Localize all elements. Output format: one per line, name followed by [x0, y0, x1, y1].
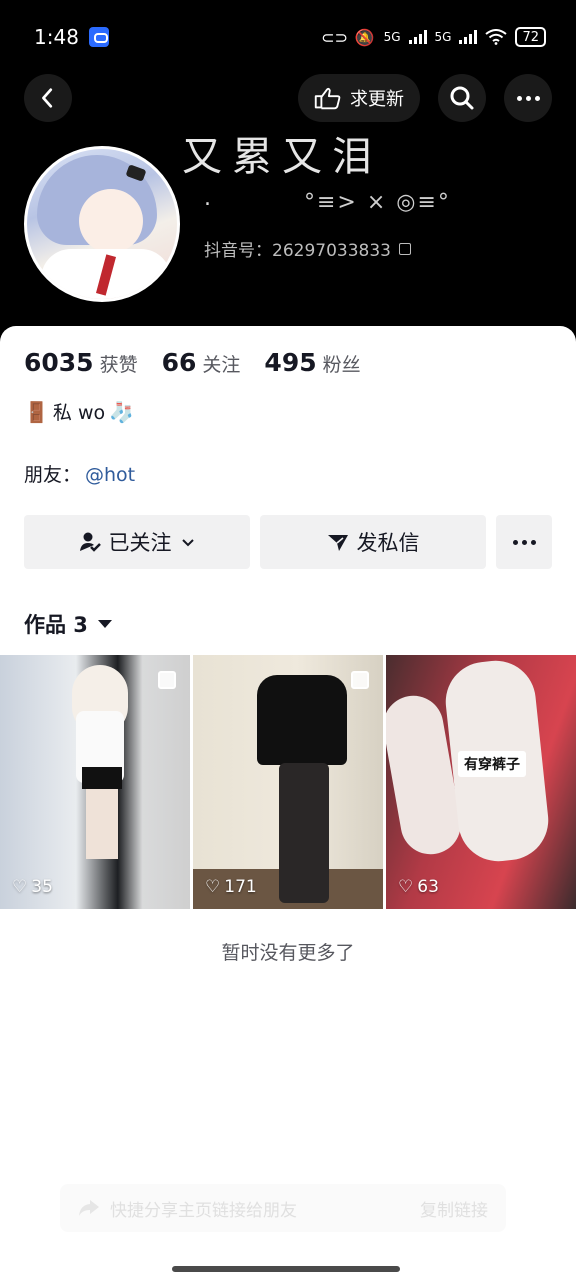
following-count: 66: [161, 348, 197, 377]
more-dots-icon: [512, 539, 536, 545]
followed-button[interactable]: 已关注: [24, 515, 250, 569]
more-actions-button[interactable]: [496, 515, 552, 569]
fans-stat[interactable]: 495 粉丝: [264, 348, 360, 377]
home-indicator[interactable]: [172, 1266, 400, 1272]
copy-icon[interactable]: [398, 242, 411, 255]
likes-count: 6035: [24, 348, 94, 377]
more-dots-icon: [516, 95, 540, 101]
likes-stat[interactable]: 6035 获赞: [24, 348, 138, 377]
battery-indicator: 72: [515, 27, 546, 47]
back-button[interactable]: [24, 74, 72, 122]
heart-outline-icon: ♡: [12, 877, 28, 897]
tab-works[interactable]: 作品 3: [24, 609, 112, 639]
nickname: 又累又泪: [182, 134, 382, 180]
pointing-hand-icon: [314, 87, 341, 110]
app-notification-icon: [88, 27, 109, 47]
douyin-id-text: 抖音号：26297033833: [204, 241, 391, 261]
action-buttons: 已关注 发私信: [24, 515, 552, 569]
video-like-count: 171: [224, 877, 257, 897]
heart-outline-icon: ♡: [398, 877, 414, 897]
send-message-label: 发私信: [356, 531, 420, 555]
bio-text: 私 wo: [52, 402, 106, 424]
video-thumbnail[interactable]: ♡ 35: [0, 655, 190, 909]
avatar[interactable]: [24, 146, 180, 302]
profile-header: 1:48 ⊂⊃ 🔕 5G 5G 72 求更新 又累又泪 . °≡> × ◎≡° …: [0, 0, 576, 340]
copy-link-button[interactable]: 复制链接: [420, 1196, 488, 1221]
signal-icon-2: [459, 30, 478, 44]
status-time: 1:48: [34, 25, 79, 49]
video-grid: ♡ 35 ♡ 171 有穿裤子 ♡ 63: [0, 655, 576, 909]
more-options-button[interactable]: [504, 74, 552, 122]
video-thumbnail[interactable]: 有穿裤子 ♡ 63: [386, 655, 576, 909]
video-thumbnail[interactable]: ♡ 171: [193, 655, 383, 909]
signal-icon-1: [408, 30, 427, 44]
network-label-1: 5G: [383, 30, 401, 44]
link-icon: ⊂⊃: [321, 27, 348, 47]
signature-dot: .: [204, 186, 211, 211]
followed-label: 已关注: [108, 531, 172, 555]
signature-emoticon: °≡> × ◎≡°: [304, 190, 451, 215]
search-icon: [450, 86, 474, 110]
request-update-label: 求更新: [350, 89, 404, 110]
share-profile-text: 快捷分享主页链接给朋友: [110, 1200, 297, 1221]
stats-row: 6035 获赞 66 关注 495 粉丝: [24, 348, 361, 377]
video-likes: ♡ 35: [12, 877, 53, 897]
video-likes: ♡ 63: [398, 877, 439, 897]
network-label-2: 5G: [434, 30, 452, 44]
send-icon: [327, 535, 348, 551]
multi-image-icon: [158, 671, 176, 689]
video-like-count: 63: [417, 877, 439, 897]
profile-panel: 6035 获赞 66 关注 495 粉丝 🚪 私 wo 🧦 朋友： @hot 已关…: [0, 326, 576, 1280]
door-emoji: 🚪: [24, 399, 49, 424]
share-profile-bar[interactable]: 快捷分享主页链接给朋友 复制链接: [60, 1184, 506, 1232]
friends-line: 朋友： @hot: [24, 460, 135, 487]
socks-emoji: 🧦: [109, 399, 135, 424]
friends-label: 朋友：: [24, 464, 82, 486]
chevron-down-icon: [181, 539, 194, 547]
bio: 🚪 私 wo 🧦: [24, 398, 134, 425]
following-label: 关注: [202, 354, 241, 376]
top-nav: 求更新: [24, 74, 552, 122]
no-more-content-text: 暂时没有更多了: [221, 942, 355, 964]
user-check-icon: [79, 532, 101, 552]
douyin-id[interactable]: 抖音号：26297033833: [204, 236, 411, 261]
status-bar: 1:48 ⊂⊃ 🔕 5G 5G 72: [34, 22, 546, 52]
fans-label: 粉丝: [322, 354, 361, 376]
following-stat[interactable]: 66 关注: [162, 348, 241, 377]
video-overlay-text: 有穿裤子: [458, 751, 526, 777]
heart-outline-icon: ♡: [205, 877, 221, 897]
video-likes: ♡ 171: [205, 877, 257, 897]
request-update-button[interactable]: 求更新: [298, 74, 420, 122]
send-message-button[interactable]: 发私信: [260, 515, 486, 569]
chevron-left-icon: [42, 88, 53, 108]
share-arrow-icon: [79, 1200, 99, 1216]
works-tab-label: 作品 3: [24, 613, 88, 637]
likes-label: 获赞: [99, 354, 138, 376]
fans-count: 495: [264, 348, 317, 377]
video-like-count: 35: [31, 877, 53, 897]
multi-image-icon: [351, 671, 369, 689]
wifi-icon: [485, 29, 508, 45]
mute-bell-icon: 🔕: [354, 27, 375, 47]
caret-down-icon: [97, 620, 112, 628]
search-button[interactable]: [438, 74, 486, 122]
friend-mention-link[interactable]: @hot: [85, 464, 135, 486]
